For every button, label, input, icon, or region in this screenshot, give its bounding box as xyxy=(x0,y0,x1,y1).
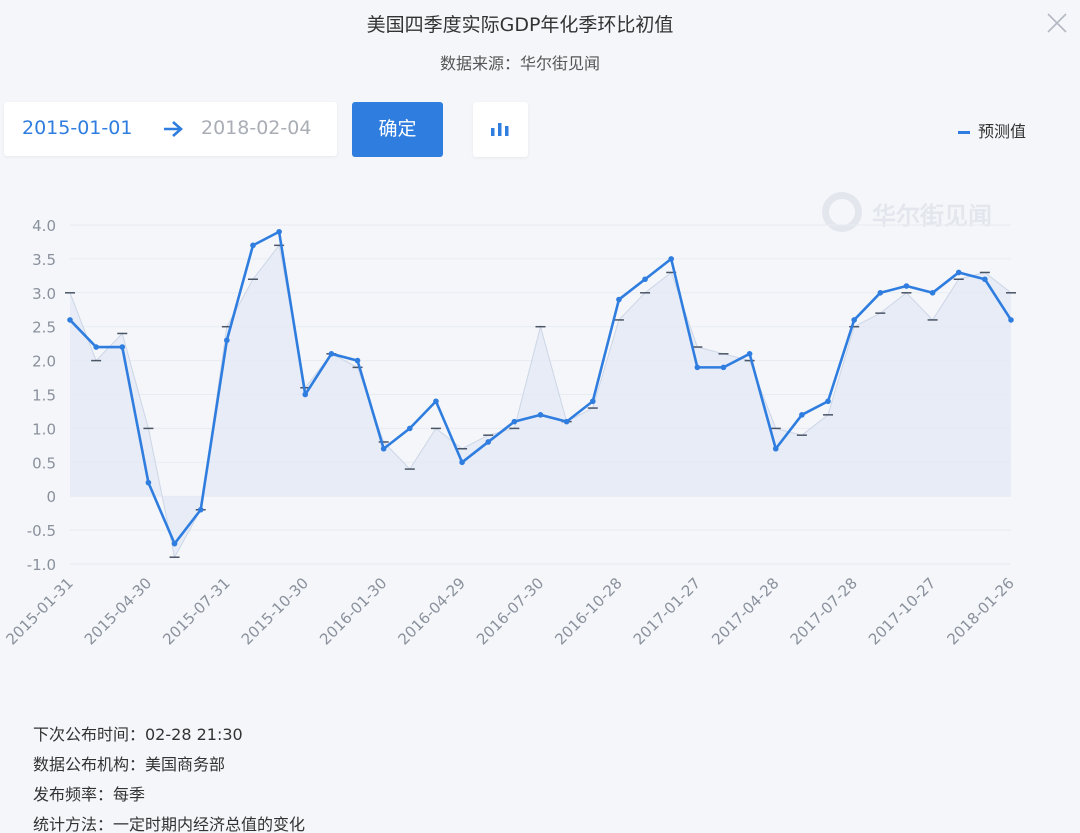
actual-point xyxy=(276,228,282,235)
actual-point xyxy=(772,445,779,452)
actual-point xyxy=(720,364,727,371)
x-tick-label: 2017-04-28 xyxy=(708,574,782,648)
actual-point xyxy=(982,276,988,283)
actual-point xyxy=(511,418,518,425)
forecast-area xyxy=(70,245,1011,558)
actual-point xyxy=(851,317,857,323)
actual-point xyxy=(224,337,230,344)
chart-title: 美国四季度实际GDP年化季环比初值 xyxy=(366,14,674,36)
x-tick-label: 2015-07-31 xyxy=(159,574,233,648)
actual-point xyxy=(197,506,204,513)
x-tick-label: 2016-01-30 xyxy=(316,574,390,648)
y-tick-label: 1.0 xyxy=(32,420,56,438)
actual-point xyxy=(407,425,413,432)
y-tick-label: 2.0 xyxy=(32,353,56,371)
x-tick-label: 2017-07-28 xyxy=(787,574,861,648)
actual-point xyxy=(694,364,701,371)
x-tick-label: 2015-04-30 xyxy=(81,574,155,648)
actual-point xyxy=(642,276,648,283)
chart-type-button[interactable] xyxy=(473,102,528,157)
x-tick-label: 2015-01-31 xyxy=(2,574,76,648)
actual-point xyxy=(145,479,152,486)
actual-point xyxy=(380,445,387,452)
actual-point xyxy=(589,398,596,405)
actual-point xyxy=(485,439,492,445)
actual-point xyxy=(433,398,439,405)
y-tick-label: -1.0 xyxy=(27,556,56,574)
x-tick-label: 2018-01-26 xyxy=(943,574,1017,648)
x-tick-label: 2016-04-29 xyxy=(395,574,469,648)
x-tick-label: 2016-07-30 xyxy=(473,574,547,648)
next-release-text: 下次公布时间：02-28 21:30 xyxy=(33,725,243,744)
date-range-picker: 2015-01-01 2018-02-04 xyxy=(4,102,337,156)
actual-point xyxy=(537,412,544,418)
gdp-line-chart: 4.0 3.5 3.0 2.5 2.0 1.5 1.0 0.5 0 -0.5 -1.02015-01… xyxy=(2,217,1017,648)
actual-point xyxy=(877,290,884,296)
actual-point xyxy=(354,357,361,364)
y-tick-label: 3.0 xyxy=(32,285,56,303)
actual-point xyxy=(616,296,622,303)
x-tick-label: 2016-10-28 xyxy=(551,574,625,648)
x-tick-label: 2015-10-30 xyxy=(238,574,312,648)
actual-point xyxy=(746,351,753,357)
actual-point xyxy=(67,317,73,323)
y-tick-label: 0.5 xyxy=(32,454,56,472)
y-tick-label: 1.5 xyxy=(32,387,56,405)
actual-point xyxy=(955,269,962,276)
actual-point xyxy=(119,344,126,350)
actual-point xyxy=(302,391,309,398)
chart-legend[interactable]: 预测值 xyxy=(958,118,1026,142)
end-date-input[interactable]: 2018-02-04 xyxy=(201,117,311,139)
x-tick-label: 2017-10-27 xyxy=(865,574,939,648)
actual-point xyxy=(668,256,674,262)
legend-forecast-label: 预测值 xyxy=(978,122,1027,141)
data-source: 数据来源：华尔街见闻 xyxy=(439,54,600,73)
y-tick-label: -0.5 xyxy=(27,522,56,540)
actual-point xyxy=(171,540,178,547)
actual-point xyxy=(929,290,936,296)
close-icon[interactable] xyxy=(1042,8,1072,38)
actual-point xyxy=(1008,317,1014,323)
agency-text: 数据公布机构：美国商务部 xyxy=(33,755,226,774)
frequency-text: 发布频率：每季 xyxy=(33,785,146,804)
y-tick-label: 0 xyxy=(46,488,56,506)
actual-point xyxy=(250,242,256,249)
actual-point xyxy=(459,459,465,466)
actual-point xyxy=(825,398,831,405)
x-tick-label: 2017-01-27 xyxy=(630,574,704,648)
legend-marker xyxy=(958,131,970,134)
actual-point xyxy=(799,412,805,418)
y-tick-label: 4.0 xyxy=(32,217,56,235)
y-tick-label: 3.5 xyxy=(32,251,56,269)
chart-page: 美国四季度实际GDP年化季环比初值 数据来源：华尔街见闻 2015-01-01 … xyxy=(0,0,1080,833)
y-tick-label: 2.5 xyxy=(32,319,56,337)
arrow-right-icon xyxy=(164,121,183,137)
confirm-button[interactable]: 确定 xyxy=(352,102,443,157)
method-text: 统计方法：一定时期内经济总值的变化 xyxy=(33,815,306,833)
actual-point xyxy=(903,283,910,289)
actual-point xyxy=(563,418,570,425)
actual-point xyxy=(328,351,335,357)
start-date-input[interactable]: 2015-01-01 xyxy=(22,117,132,139)
actual-point xyxy=(93,344,99,350)
bar-chart-icon xyxy=(491,123,509,136)
